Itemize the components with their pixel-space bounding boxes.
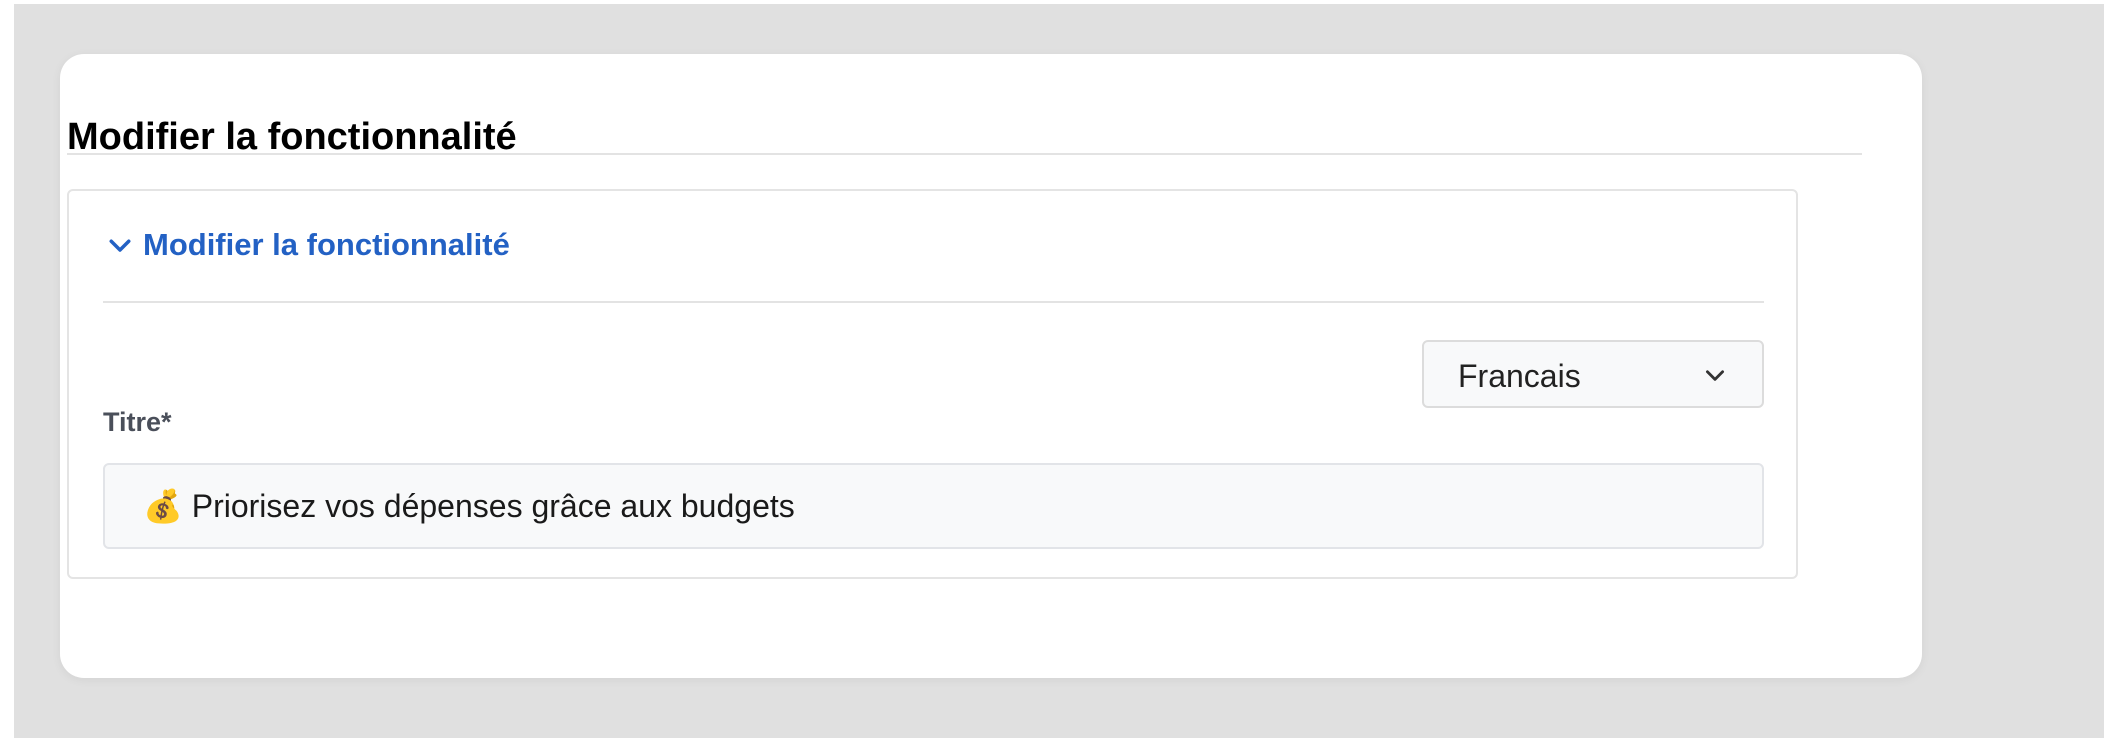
section-divider [103, 301, 1764, 303]
language-select-value: Francais [1458, 358, 1581, 394]
title-field-label: Titre* [103, 407, 172, 437]
page-title: Modifier la fonctionnalité [67, 116, 517, 158]
section-title: Modifier la fonctionnalité [143, 227, 510, 262]
section-toggle[interactable]: Modifier la fonctionnalité [105, 229, 510, 260]
language-select[interactable]: Francais [1422, 340, 1764, 408]
title-input[interactable] [103, 463, 1764, 549]
edit-feature-section: Modifier la fonctionnalité Francais Titr… [67, 189, 1798, 579]
chevron-down-icon [109, 239, 131, 252]
title-divider [67, 153, 1862, 155]
chevron-down-icon [1706, 370, 1724, 381]
